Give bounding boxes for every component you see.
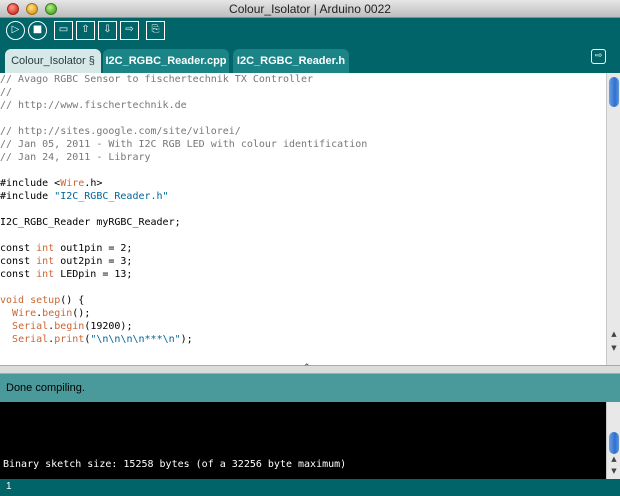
serial-monitor-icon: ⎘ xyxy=(151,24,160,35)
save-button[interactable]: ⇩ xyxy=(98,21,117,40)
line-number: 1 xyxy=(6,481,12,492)
code-line: // Avago RGBC Sensor to fischertechnik T… xyxy=(0,73,606,86)
code-token: (); xyxy=(72,308,91,319)
code-line: I2C_RGBC_Reader myRGBC_Reader; xyxy=(0,216,606,229)
code-line: Serial.print("\n\n\n\n***\n"); xyxy=(0,333,606,346)
code-token: const xyxy=(0,256,37,267)
code-line: const int out1pin = 2; xyxy=(0,242,606,255)
window-title: Colour_Isolator | Arduino 0022 xyxy=(229,2,391,16)
code-line: #include <Wire.h> xyxy=(0,177,606,190)
code-token: begin xyxy=(54,321,85,332)
code-token: LEDpin = 13; xyxy=(54,269,133,280)
new-file-icon: ▭ xyxy=(58,24,69,35)
code-line: void setup() { xyxy=(0,294,606,307)
toolbar: ▷ ■ ▭ ⇧ ⇩ ⇨ ⎘ xyxy=(0,18,620,44)
code-token: const xyxy=(0,243,37,254)
status-message: Done compiling. xyxy=(6,382,85,394)
code-token: int xyxy=(36,256,55,267)
code-token: ); xyxy=(180,334,193,345)
code-token: out1pin = 2; xyxy=(54,243,133,254)
code-line: // http://sites.google.com/site/vilorei/ xyxy=(0,125,606,138)
scroll-up-arrow-icon[interactable]: ▲ xyxy=(608,329,620,339)
bottom-bar: 1 xyxy=(0,479,620,496)
new-button[interactable]: ▭ xyxy=(54,21,73,40)
code-token: // Jan 05, 2011 - With I2C RGB LED with … xyxy=(0,139,368,150)
scroll-down-arrow-icon[interactable]: ▼ xyxy=(608,343,620,353)
chevron-up-icon: ⌃ xyxy=(303,363,311,373)
code-token: // http://sites.google.com/site/vilorei/ xyxy=(0,126,241,137)
stop-button[interactable]: ■ xyxy=(28,21,47,40)
code-line: Wire.begin(); xyxy=(0,307,606,320)
stop-icon: ■ xyxy=(32,24,43,35)
code-line: const int out2pin = 3; xyxy=(0,255,606,268)
status-bar: Done compiling. xyxy=(0,374,620,402)
code-text-area[interactable]: // Avago RGBC Sensor to fischertechnik T… xyxy=(0,73,606,365)
code-token: int xyxy=(36,243,55,254)
code-token: Wire xyxy=(12,308,37,319)
code-line: #include "I2C_RGBC_Reader.h" xyxy=(0,190,606,203)
code-token: .h> xyxy=(84,178,103,189)
tab-menu-button[interactable]: ⇨ xyxy=(591,49,606,64)
code-token: #include xyxy=(0,191,55,202)
open-button[interactable]: ⇧ xyxy=(76,21,95,40)
code-line: // Jan 24, 2011 - Library xyxy=(0,151,606,164)
console-scroll-down-arrow-icon[interactable]: ▼ xyxy=(608,466,620,476)
tab-colour-isolator[interactable]: Colour_Isolator § xyxy=(5,49,101,73)
code-token: void xyxy=(0,295,25,306)
console-scrollbar[interactable]: ▲ ▼ xyxy=(606,402,620,479)
code-token: setup xyxy=(30,295,61,306)
console-output: Binary sketch size: 15258 bytes (of a 32… xyxy=(0,402,620,479)
code-line: // xyxy=(0,86,606,99)
console-scroll-thumb[interactable] xyxy=(609,432,619,454)
code-token: "I2C_RGBC_Reader.h" xyxy=(54,191,169,202)
upload-button[interactable]: ⇨ xyxy=(120,21,139,40)
code-token: I2C_RGBC_Reader myRGBC_Reader; xyxy=(0,217,181,228)
editor-scrollbar[interactable]: ▲ ▼ xyxy=(606,73,620,365)
code-token: print xyxy=(54,334,85,345)
tab-i2c-rgbc-reader-h[interactable]: I2C_RGBC_Reader.h xyxy=(233,49,349,73)
console-text: Binary sketch size: 15258 bytes (of a 32… xyxy=(3,459,347,470)
code-token: Serial xyxy=(12,321,49,332)
arrow-right-icon: ⇨ xyxy=(594,51,603,61)
upload-icon: ⇨ xyxy=(125,24,134,35)
code-token: // Avago RGBC Sensor to fischertechnik T… xyxy=(0,74,314,85)
console-scroll-up-arrow-icon[interactable]: ▲ xyxy=(608,454,620,464)
code-editor[interactable]: // Avago RGBC Sensor to fischertechnik T… xyxy=(0,73,620,365)
pane-divider[interactable]: ⌃ xyxy=(0,363,620,374)
code-token: "\n\n\n\n***\n" xyxy=(90,334,181,345)
code-token: // xyxy=(0,87,13,98)
editor-scroll-thumb[interactable] xyxy=(609,77,619,107)
code-line: // http://www.fischertechnik.de xyxy=(0,99,606,112)
title-bar: Colour_Isolator | Arduino 0022 xyxy=(0,0,620,18)
code-token: Wire xyxy=(60,178,85,189)
code-token: () { xyxy=(60,295,85,306)
serial-monitor-button[interactable]: ⎘ xyxy=(146,21,165,40)
tab-i2c-rgbc-reader-cpp[interactable]: I2C_RGBC_Reader.cpp xyxy=(103,49,229,73)
save-icon: ⇩ xyxy=(103,24,112,35)
open-icon: ⇧ xyxy=(81,24,90,35)
code-token: int xyxy=(36,269,55,280)
code-token: #include < xyxy=(0,178,61,189)
code-token: const xyxy=(0,269,37,280)
code-line: Serial.begin(19200); xyxy=(0,320,606,333)
play-icon: ▷ xyxy=(11,24,20,35)
tab-bar: Colour_Isolator § I2C_RGBC_Reader.cpp I2… xyxy=(0,44,620,73)
verify-button[interactable]: ▷ xyxy=(6,21,25,40)
code-token: // http://www.fischertechnik.de xyxy=(0,100,187,111)
code-line: // Jan 05, 2011 - With I2C RGB LED with … xyxy=(0,138,606,151)
code-token: begin xyxy=(42,308,73,319)
code-token: out2pin = 3; xyxy=(54,256,133,267)
code-token: (19200); xyxy=(84,321,133,332)
code-token: // Jan 24, 2011 - Library xyxy=(0,152,151,163)
code-token: Serial xyxy=(12,334,49,345)
code-line: const int LEDpin = 13; xyxy=(0,268,606,281)
